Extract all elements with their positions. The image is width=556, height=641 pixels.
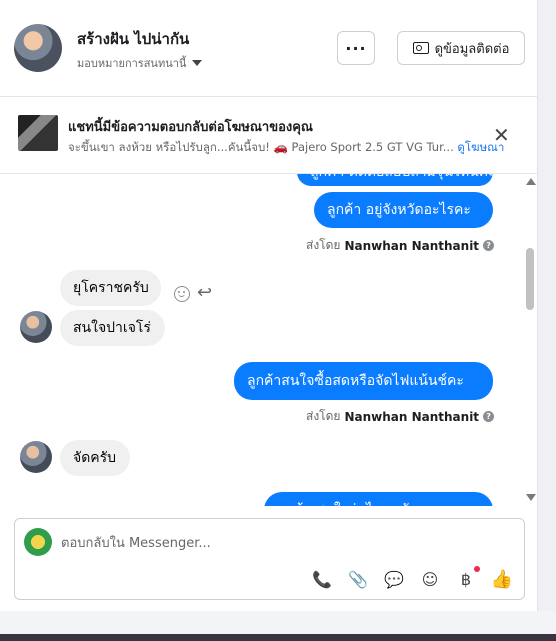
like-icon[interactable]: 👍 xyxy=(491,568,513,590)
close-icon[interactable]: ✕ xyxy=(493,123,510,147)
scroll-up-arrow-icon[interactable] xyxy=(526,178,536,185)
sent-by-label: ส่งโดย Nanwhan Nanthanit ? xyxy=(306,236,495,255)
emoji-reaction-icon[interactable] xyxy=(174,286,190,302)
conversation-panel: สร้างฝัน ไปน่ากัน มอบหมายการสนทนานี้ ···… xyxy=(0,0,538,611)
ad-description: จะขึ้นเขา ลงห้วย หรือไปรับลูก...คันนี้จบ… xyxy=(68,140,454,154)
payment-icon[interactable]: ฿ xyxy=(455,566,480,590)
sent-by-prefix: ส่งโดย xyxy=(306,409,341,423)
composer-toolbar: 📞 📎 💬 ☺ ฿ 👍 xyxy=(311,566,513,591)
contact-avatar-small xyxy=(20,441,52,473)
scrollbar-thumb[interactable] xyxy=(526,248,534,310)
ad-reply-banner: แชทนี้มีข้อความตอบกลับต่อโฆษณาของคุณ จะข… xyxy=(0,97,538,174)
chevron-down-icon xyxy=(192,60,203,66)
message-scrollbar[interactable] xyxy=(522,174,538,506)
ad-banner-title: แชทนี้มีข้อความตอบกลับต่อโฆษณาของคุณ xyxy=(68,120,313,135)
view-contact-label: ดูข้อมูลติดต่อ xyxy=(434,41,510,57)
message-composer: 📞 📎 💬 ☺ ฿ 👍 xyxy=(14,518,525,600)
message-incoming[interactable]: ยุโคราชครับ xyxy=(60,270,161,306)
emoji-icon[interactable]: ☺ xyxy=(419,568,441,590)
contact-avatar[interactable] xyxy=(14,24,62,72)
attachment-icon[interactable]: 📎 xyxy=(347,568,369,590)
view-contact-button[interactable]: ดูข้อมูลติดต่อ xyxy=(397,31,525,65)
contact-avatar-small xyxy=(20,311,52,343)
saved-replies-icon[interactable]: 💬 xyxy=(383,568,405,590)
help-icon[interactable]: ? xyxy=(483,411,495,422)
assign-label: มอบหมายการสนทนานี้ xyxy=(77,57,187,70)
sent-by-label: ส่งโดย Nanwhan Nanthanit ? xyxy=(306,407,495,426)
reply-input[interactable] xyxy=(61,532,501,554)
message-thread[interactable]: ลูกค้า ติดต่อสอบถามรุ่นไหนคะ ลูกค้า อยู่… xyxy=(0,174,520,506)
message-outgoing[interactable]: ลูกค้า สนใจรุ่นไหนครับ xyxy=(264,492,493,506)
notification-dot xyxy=(474,566,480,572)
taskbar-edge xyxy=(0,634,556,641)
sender-name: Nanwhan Nanthanit xyxy=(344,409,480,424)
assign-conversation[interactable]: มอบหมายการสนทนานี้ xyxy=(77,54,203,72)
message-outgoing[interactable]: ลูกค้าสนใจซื้อสดหรือจัดไฟแน้นช์คะ xyxy=(234,362,493,400)
sent-by-prefix: ส่งโดย xyxy=(306,238,341,252)
contact-card-icon xyxy=(412,42,429,54)
help-icon[interactable]: ? xyxy=(483,240,495,251)
ad-banner-text: จะขึ้นเขา ลงห้วย หรือไปรับลูก...คันนี้จบ… xyxy=(68,139,528,157)
reply-icon[interactable]: ↩ xyxy=(197,282,212,303)
baht-icon: ฿ xyxy=(460,569,472,589)
scroll-down-arrow-icon[interactable] xyxy=(526,494,536,501)
message-outgoing[interactable]: ลูกค้า อยู่จังหวัดอะไรคะ xyxy=(314,192,493,228)
conversation-header: สร้างฝัน ไปน่ากัน มอบหมายการสนทนานี้ ···… xyxy=(0,0,538,97)
more-options-button[interactable]: ··· xyxy=(337,31,375,65)
sender-name: Nanwhan Nanthanit xyxy=(344,238,480,253)
ad-thumbnail[interactable] xyxy=(18,115,58,151)
message-incoming[interactable]: จัดครับ xyxy=(60,440,130,476)
message-outgoing[interactable]: ลูกค้า ติดต่อสอบถามรุ่นไหนคะ xyxy=(297,174,496,186)
call-icon[interactable]: 📞 xyxy=(311,568,333,590)
contact-name[interactable]: สร้างฝัน ไปน่ากัน xyxy=(77,27,189,51)
message-incoming[interactable]: สนใจปาเจโร่ xyxy=(60,310,165,346)
page-avatar xyxy=(24,528,52,556)
